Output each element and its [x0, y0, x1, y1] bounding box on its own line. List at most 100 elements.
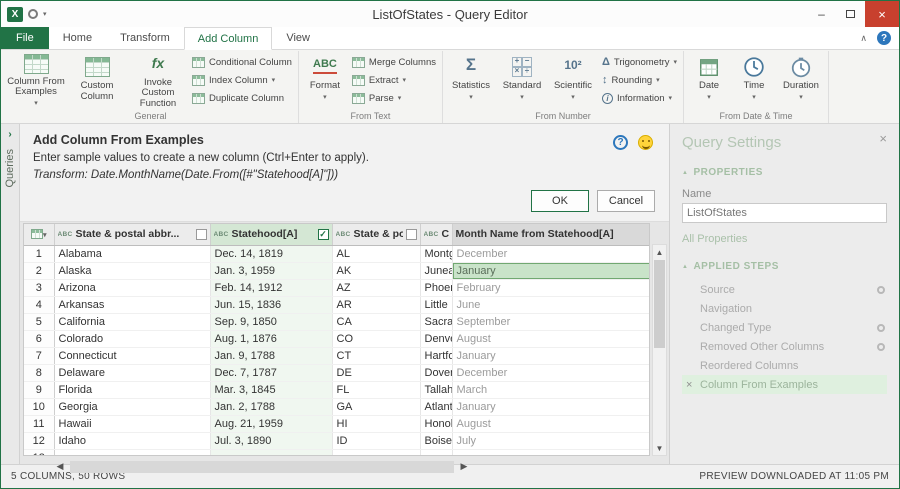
- table-cell[interactable]: [210, 449, 333, 455]
- table-cell[interactable]: June: [452, 296, 649, 314]
- table-cell[interactable]: Arizona: [54, 279, 211, 297]
- column-header[interactable]: ABCState & posta...: [332, 224, 421, 246]
- table-cell[interactable]: AK: [332, 262, 421, 280]
- column-header[interactable]: ABCC...: [420, 224, 453, 246]
- close-button[interactable]: ×: [865, 1, 899, 27]
- applied-step[interactable]: Reordered Columns: [682, 356, 887, 375]
- scroll-left-icon[interactable]: ◀: [53, 461, 67, 472]
- table-cell[interactable]: Aug. 21, 1959: [210, 415, 333, 433]
- standard-button[interactable]: + − × ÷ Standard ▾: [497, 51, 547, 103]
- table-cell[interactable]: Arkansas: [54, 296, 211, 314]
- table-cell[interactable]: March: [452, 381, 649, 399]
- table-cell[interactable]: Dec. 7, 1787: [210, 364, 333, 382]
- table-cell[interactable]: Feb. 14, 1912: [210, 279, 333, 297]
- invoke-custom-function-button[interactable]: Invoke Custom Function: [128, 51, 188, 109]
- table-cell[interactable]: Florida: [54, 381, 211, 399]
- table-cell[interactable]: Boise: [420, 432, 453, 450]
- table-cell[interactable]: Junea: [420, 262, 453, 280]
- parse-button[interactable]: Parse ▾: [349, 89, 439, 107]
- feedback-smiley-icon[interactable]: [638, 135, 653, 150]
- merge-columns-button[interactable]: Merge Columns: [349, 53, 439, 71]
- properties-section-header[interactable]: ▲ PROPERTIES: [682, 167, 887, 178]
- format-button[interactable]: Format ▾: [302, 51, 348, 103]
- table-cell[interactable]: Jan. 2, 1788: [210, 398, 333, 416]
- all-properties-link[interactable]: All Properties: [682, 233, 887, 245]
- horizontal-scrollbar[interactable]: ◀ ▶: [53, 459, 471, 474]
- table-cell[interactable]: Alabama: [54, 245, 211, 263]
- row-number[interactable]: 13: [24, 449, 55, 455]
- statistics-button[interactable]: Statistics ▾: [446, 51, 496, 103]
- table-cell[interactable]: Dover: [420, 364, 453, 382]
- table-cell[interactable]: Jun. 15, 1836: [210, 296, 333, 314]
- table-cell[interactable]: Colorado: [54, 330, 211, 348]
- table-cell[interactable]: Aug. 1, 1876: [210, 330, 333, 348]
- table-cell[interactable]: ID: [332, 432, 421, 450]
- table-cell[interactable]: [420, 449, 453, 455]
- table-cell[interactable]: Connecticut: [54, 347, 211, 365]
- table-cell[interactable]: AZ: [332, 279, 421, 297]
- table-cell[interactable]: Georgia: [54, 398, 211, 416]
- tab-file[interactable]: File: [1, 27, 49, 49]
- applied-step[interactable]: × Column From Examples: [682, 375, 887, 394]
- row-number[interactable]: 9: [24, 381, 55, 399]
- column-checkbox[interactable]: [195, 228, 207, 240]
- collapse-ribbon-icon[interactable]: ∧: [860, 33, 867, 44]
- column-checkbox[interactable]: [405, 228, 417, 240]
- rounding-button[interactable]: Rounding ▾: [599, 71, 680, 89]
- row-number[interactable]: 8: [24, 364, 55, 382]
- table-cell[interactable]: January: [452, 398, 649, 416]
- table-cell[interactable]: Jul. 3, 1890: [210, 432, 333, 450]
- time-button[interactable]: Time ▾: [732, 51, 776, 103]
- column-header[interactable]: ABC State & postal abbr...: [54, 224, 211, 246]
- step-settings-icon[interactable]: [877, 285, 885, 294]
- table-cell[interactable]: Denve: [420, 330, 453, 348]
- row-number[interactable]: 4: [24, 296, 55, 314]
- ok-button[interactable]: OK: [531, 190, 589, 212]
- settings-icon[interactable]: [28, 9, 38, 19]
- table-cell[interactable]: July: [452, 432, 649, 450]
- table-cell[interactable]: Sacra: [420, 313, 453, 331]
- delete-step-icon[interactable]: ×: [686, 379, 692, 391]
- table-cell[interactable]: GA: [332, 398, 421, 416]
- column-checkbox[interactable]: ✓: [317, 228, 329, 240]
- table-cell[interactable]: Tallah: [420, 381, 453, 399]
- table-cell[interactable]: January: [452, 347, 649, 365]
- table-cell[interactable]: California: [54, 313, 211, 331]
- duration-button[interactable]: Duration ▾: [777, 51, 825, 103]
- table-cell[interactable]: August: [452, 330, 649, 348]
- duplicate-column-button[interactable]: Duplicate Column: [189, 89, 295, 107]
- applied-step[interactable]: Source: [682, 280, 887, 299]
- table-cell[interactable]: Delaware: [54, 364, 211, 382]
- close-pane-icon[interactable]: ×: [879, 132, 887, 145]
- expand-queries-icon[interactable]: ›: [8, 129, 11, 140]
- scroll-up-icon[interactable]: ▲: [656, 245, 664, 259]
- cancel-button[interactable]: Cancel: [597, 190, 655, 212]
- table-cell[interactable]: CO: [332, 330, 421, 348]
- table-cell[interactable]: Hawaii: [54, 415, 211, 433]
- column-header[interactable]: ABC Statehood[A] ✓: [210, 224, 333, 246]
- index-column-button[interactable]: Index Column ▾: [189, 71, 295, 89]
- column-from-examples-button[interactable]: Column From Examples ▾: [6, 51, 66, 109]
- table-cell[interactable]: Phoen: [420, 279, 453, 297]
- tab-home[interactable]: Home: [49, 27, 106, 49]
- table-cell[interactable]: December: [452, 364, 649, 382]
- row-number[interactable]: 1: [24, 245, 55, 263]
- table-cell[interactable]: Jan. 9, 1788: [210, 347, 333, 365]
- qat-dropdown-caret-icon[interactable]: ▾: [43, 10, 47, 18]
- maximize-button[interactable]: [836, 1, 865, 27]
- table-cell[interactable]: [54, 449, 211, 455]
- row-number[interactable]: 10: [24, 398, 55, 416]
- table-cell[interactable]: AR: [332, 296, 421, 314]
- tab-add-column[interactable]: Add Column: [183, 27, 273, 50]
- table-cell[interactable]: Dec. 14, 1819: [210, 245, 333, 263]
- table-cell[interactable]: FL: [332, 381, 421, 399]
- tab-transform[interactable]: Transform: [106, 27, 184, 49]
- scroll-right-icon[interactable]: ▶: [457, 461, 471, 472]
- table-cell[interactable]: Mar. 3, 1845: [210, 381, 333, 399]
- table-cell[interactable]: Montg: [420, 245, 453, 263]
- table-cell[interactable]: [332, 449, 421, 455]
- table-cell[interactable]: CA: [332, 313, 421, 331]
- row-number[interactable]: 2: [24, 262, 55, 280]
- row-number[interactable]: 3: [24, 279, 55, 297]
- row-number[interactable]: 12: [24, 432, 55, 450]
